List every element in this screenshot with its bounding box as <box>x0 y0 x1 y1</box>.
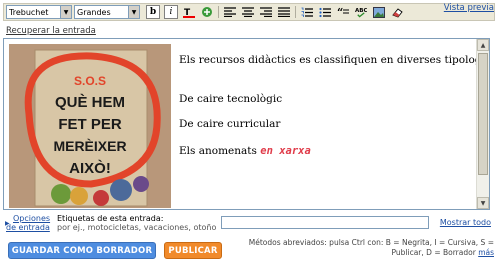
tags-label: Etiquetas de esta entrada: por ej., moto… <box>57 214 216 232</box>
align-left-icon <box>224 7 236 17</box>
preview-link[interactable]: Vista previa <box>444 3 494 13</box>
eraser-icon <box>392 7 403 18</box>
keyboard-shortcuts-hint: Métodos abreviados: pulsa Ctrl con: B = … <box>232 238 494 258</box>
poster-line-4: MERÈIXER <box>53 138 127 154</box>
spellcheck-button[interactable]: ABC <box>354 5 368 19</box>
align-right-button[interactable] <box>259 5 273 19</box>
post-editor[interactable]: S.O.S QUÈ HEM FET PER MERÈIXER AIXÒ! Els… <box>3 38 490 210</box>
italic-label: i <box>169 7 173 17</box>
chevron-down-icon: ▼ <box>128 6 139 18</box>
poster-line-5: AIXÒ! <box>69 160 111 177</box>
recover-entry-link[interactable]: Recuperar la entrada <box>6 26 96 36</box>
poster-line-1: S.O.S <box>73 74 106 88</box>
toolbar-divider <box>218 6 219 18</box>
formatting-toolbar: Trebuchet ▼ Grandes ▼ b i T “ ABC <box>3 3 495 21</box>
font-size-select[interactable]: Grandes ▼ <box>74 5 140 19</box>
font-family-value: Trebuchet <box>9 7 49 17</box>
bold-label: b <box>149 7 157 17</box>
bullet-list-icon <box>319 7 331 17</box>
poster-line-3: FET PER <box>58 116 122 133</box>
insert-image-button[interactable] <box>372 5 386 19</box>
text-color-icon: T <box>183 8 195 18</box>
quote-icon: “ <box>337 7 349 17</box>
scroll-down-icon[interactable]: ▼ <box>477 197 489 209</box>
poster-line-2: QUÈ HEM <box>54 94 125 111</box>
scroll-up-icon[interactable]: ▲ <box>477 39 489 51</box>
tags-label-title: Etiquetas de esta entrada: <box>57 214 164 223</box>
align-left-button[interactable] <box>223 5 237 19</box>
tags-input[interactable] <box>221 216 429 229</box>
align-center-button[interactable] <box>241 5 255 19</box>
show-all-link[interactable]: Mostrar todo <box>440 218 491 227</box>
justify-button[interactable] <box>277 5 291 19</box>
shortcuts-line-1: Métodos abreviados: pulsa Ctrl con: B = … <box>248 238 494 247</box>
labels-row: ▶ Opciones de entrada Etiquetas de esta … <box>3 213 495 233</box>
spellcheck-icon: ABC <box>355 8 367 18</box>
remove-formatting-button[interactable] <box>390 5 404 19</box>
blockquote-button[interactable]: “ <box>336 5 350 19</box>
editor-scrollbar[interactable]: ▲ ▼ <box>476 39 489 209</box>
font-size-value: Grandes <box>77 7 111 17</box>
shortcuts-line-2: Publicar, D = Borrador más <box>232 248 494 258</box>
publish-button[interactable]: PUBLICAR <box>164 242 222 259</box>
font-family-select[interactable]: Trebuchet ▼ <box>6 5 72 19</box>
more-shortcuts-link[interactable]: más <box>478 248 494 257</box>
paragraph-tech: De caire tecnològic <box>179 93 283 105</box>
align-right-icon <box>260 7 272 17</box>
tags-hint: por ej., motocicletas, vacaciones, otoño <box>57 223 217 232</box>
bold-button[interactable]: b <box>146 5 160 19</box>
bullet-list-button[interactable] <box>318 5 332 19</box>
network-prefix: Els anomenats <box>179 145 257 157</box>
image-icon <box>373 6 385 18</box>
paragraph-network: Els anomenats en xarxa <box>179 145 311 157</box>
svg-text:“: “ <box>337 7 343 17</box>
link-button[interactable] <box>200 5 214 19</box>
post-image[interactable]: S.O.S QUÈ HEM FET PER MERÈIXER AIXÒ! <box>9 44 171 208</box>
text-color-button[interactable]: T <box>182 5 196 19</box>
post-options-link[interactable]: ▶ Opciones de entrada <box>5 214 51 232</box>
numbered-list-button[interactable] <box>300 5 314 19</box>
italic-button[interactable]: i <box>164 5 178 19</box>
options-line-2: de entrada <box>6 223 50 232</box>
scroll-thumb[interactable] <box>478 53 488 175</box>
paragraph-intro: Els recursos didàctics es classifiquen e… <box>179 54 490 66</box>
link-icon <box>202 7 212 17</box>
numbered-list-icon <box>301 7 313 17</box>
chevron-down-icon: ▼ <box>60 6 71 18</box>
paragraph-curricular: De caire curricular <box>179 118 281 130</box>
toolbar-divider <box>295 6 296 18</box>
save-draft-button[interactable]: GUARDAR COMO BORRADOR <box>8 242 156 259</box>
align-center-icon <box>242 7 254 17</box>
expand-arrow-icon: ▶ <box>5 220 10 227</box>
svg-text:ABC: ABC <box>355 8 367 14</box>
align-justify-icon <box>278 7 290 17</box>
shortcuts-line-2-text: Publicar, D = Borrador <box>391 248 476 257</box>
options-line-1: Opciones <box>13 214 51 223</box>
network-highlight: en xarxa <box>260 145 311 157</box>
